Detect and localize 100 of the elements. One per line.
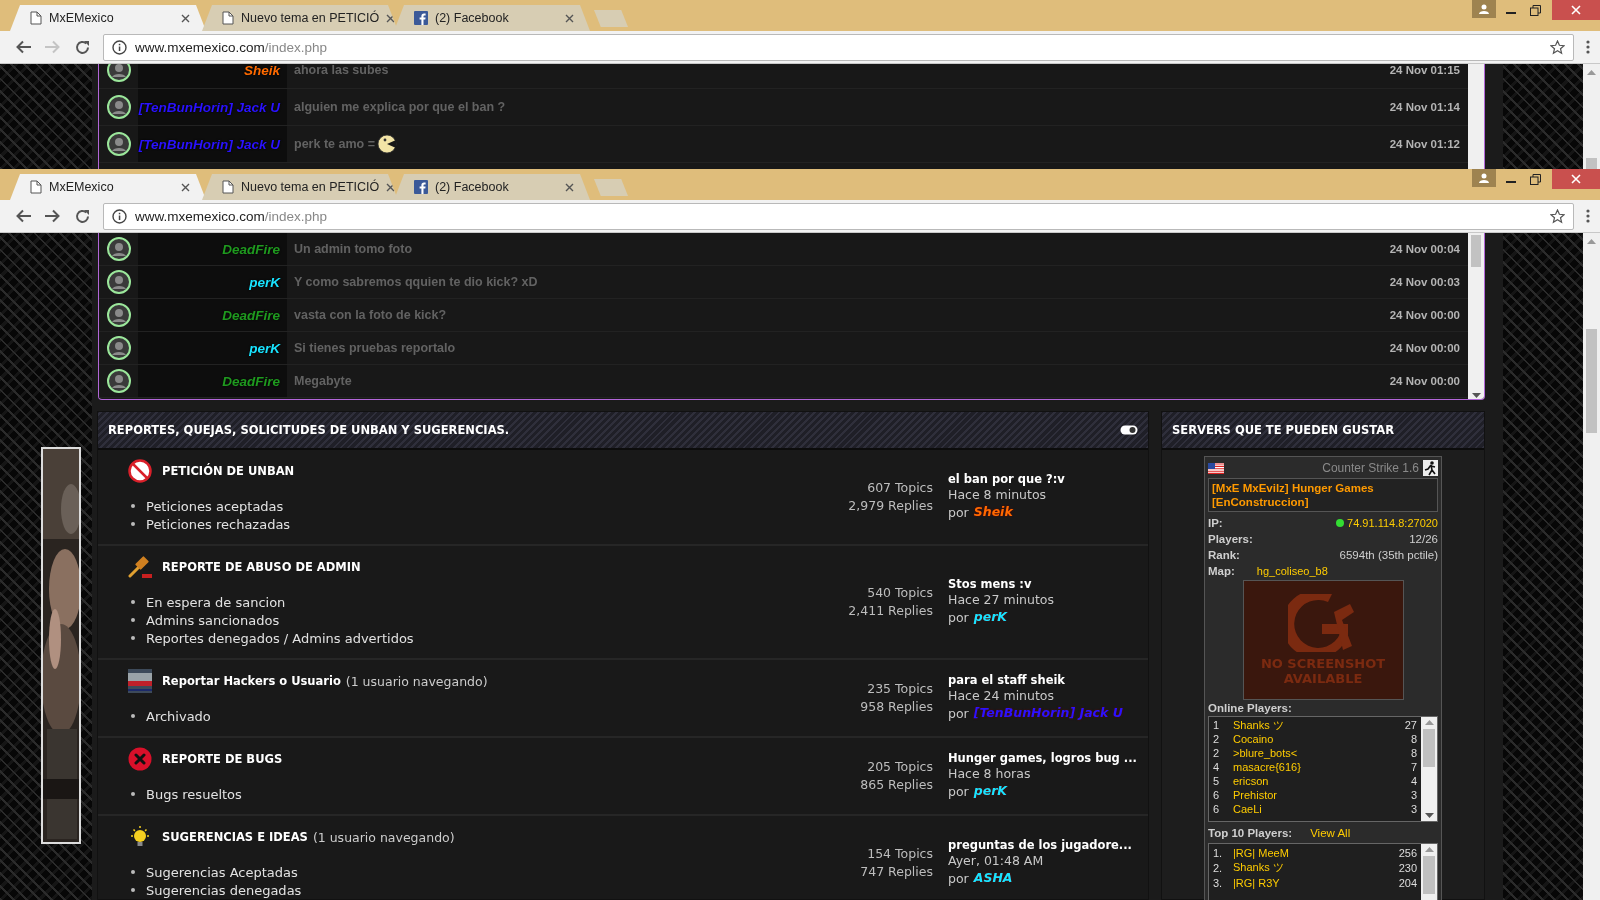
close-button[interactable]: [1552, 169, 1600, 189]
reload-icon[interactable]: [75, 39, 90, 55]
username[interactable]: DeadFire: [222, 241, 280, 257]
view-all-link[interactable]: View All: [1310, 827, 1351, 839]
menu-icon[interactable]: [1586, 40, 1590, 54]
scrollbar[interactable]: [1583, 233, 1600, 900]
subforum-link[interactable]: Sugerencias denegadas: [146, 882, 302, 898]
bookmark-star-icon[interactable]: [1550, 39, 1565, 55]
scroll-down-icon[interactable]: [1424, 813, 1434, 819]
last-post-link[interactable]: para el staff sheik: [948, 673, 1148, 687]
scrollbar[interactable]: [1468, 233, 1484, 399]
username[interactable]: Sheik: [243, 64, 280, 78]
close-icon[interactable]: [181, 182, 190, 192]
stat-value: 6594th (35th pctile): [1339, 549, 1438, 561]
subforum-link[interactable]: Bugs resueltos: [146, 786, 242, 802]
last-post-link[interactable]: Stos mens :v: [948, 577, 1148, 591]
bookmark-star-icon[interactable]: [1550, 208, 1565, 224]
person-icon: [1479, 4, 1489, 14]
timestamp: 24 Nov 00:04: [1389, 243, 1460, 255]
forum-link[interactable]: PETICIÓN DE UNBAN: [162, 464, 295, 478]
username[interactable]: perK: [249, 274, 280, 290]
username[interactable]: DeadFire: [222, 373, 280, 389]
close-button[interactable]: [1552, 0, 1600, 20]
author-link[interactable]: perK: [973, 783, 1007, 801]
timestamp: 24 Nov 00:00: [1389, 375, 1460, 387]
scroll-up-icon[interactable]: [1587, 238, 1596, 244]
subforum-link[interactable]: Peticiones rechazadas: [146, 516, 291, 532]
bullet-icon: [131, 870, 135, 874]
scrollbar-thumb[interactable]: [1586, 158, 1597, 169]
reload-icon[interactable]: [75, 208, 90, 224]
close-icon[interactable]: [565, 13, 574, 23]
section-title: SERVERS QUE TE PUEDEN GUSTAR: [1172, 423, 1394, 437]
restore-icon[interactable]: [1530, 4, 1541, 16]
browser-tab[interactable]: (2) Facebook: [394, 174, 590, 200]
close-icon[interactable]: [565, 182, 574, 192]
forum-link[interactable]: SUGERENCIAS E IDEAS: [162, 830, 308, 844]
player-rank: 1.: [1213, 846, 1224, 859]
last-post-link[interactable]: Hunger games, logros bug ...: [948, 751, 1148, 765]
subforum-link[interactable]: Archivado: [146, 708, 211, 724]
subforum-link[interactable]: En espera de sancion: [146, 594, 286, 610]
profile-button[interactable]: [1472, 0, 1496, 18]
chat-message: Un admin tomo foto: [294, 242, 413, 256]
browser-tab[interactable]: Nuevo tema en PETICIÓ: [202, 174, 398, 200]
player-rank: 6: [1213, 789, 1221, 801]
scroll-up-icon[interactable]: [1424, 719, 1434, 725]
placeholder-text: NO SCREENSHOT AVAILABLE: [1259, 656, 1387, 686]
back-icon[interactable]: [15, 40, 31, 54]
close-icon[interactable]: [386, 182, 396, 192]
address-field[interactable]: www.mxemexico.com/index.php: [103, 33, 1574, 61]
scrollbar[interactable]: [1421, 717, 1437, 821]
profile-button[interactable]: [1472, 169, 1496, 187]
scroll-down-icon[interactable]: [1471, 393, 1481, 399]
browser-tab[interactable]: Nuevo tema en PETICIÓ: [202, 5, 398, 31]
scroll-up-icon[interactable]: [1424, 846, 1434, 852]
subforum-link[interactable]: Peticiones aceptadas: [146, 498, 284, 514]
avatar-icon: [106, 237, 131, 261]
browser-tab[interactable]: MxEMexico: [10, 174, 206, 200]
browser-tab[interactable]: (2) Facebook: [394, 5, 590, 31]
post-time: Hace 27 minutos: [948, 591, 1056, 609]
author-link[interactable]: Sheik: [973, 504, 1013, 522]
toggle-icon[interactable]: [1120, 425, 1138, 435]
player-name: masacre{616}: [1233, 761, 1302, 773]
bullet-icon: [131, 522, 135, 526]
author-link[interactable]: perK: [973, 609, 1007, 627]
scrollbar-thumb[interactable]: [1586, 329, 1597, 433]
scrollbar[interactable]: [1583, 64, 1600, 169]
subforum-link[interactable]: Sugerencias Aceptadas: [146, 864, 298, 880]
subforum-link[interactable]: Admins sancionados: [146, 612, 280, 628]
page-icon: [30, 180, 42, 194]
restore-icon[interactable]: [1530, 173, 1541, 185]
menu-icon[interactable]: [1586, 209, 1590, 223]
forum-link[interactable]: REPORTE DE ABUSO DE ADMIN: [162, 560, 361, 574]
address-field[interactable]: www.mxemexico.com/index.php: [103, 202, 1574, 230]
subforum-link[interactable]: Reportes denegados / Admins advertidos: [146, 630, 414, 646]
back-icon[interactable]: [15, 209, 31, 223]
scrollbar-thumb[interactable]: [1423, 729, 1435, 767]
close-icon[interactable]: [386, 13, 396, 23]
viewer-count: (1 usuario navegando): [312, 829, 455, 845]
author-link[interactable]: ASHA: [973, 870, 1013, 888]
flag-icon: [1208, 462, 1224, 474]
last-post-link[interactable]: preguntas de los jugadore...: [948, 838, 1148, 852]
scrollbar-thumb[interactable]: [1423, 856, 1435, 894]
scroll-up-icon[interactable]: [1587, 69, 1596, 75]
player-score: 230: [1398, 861, 1417, 874]
server-name[interactable]: [MxE MxEvilz] Hunger Games [EnConstruccion]: [1208, 478, 1438, 512]
username[interactable]: DeadFire: [222, 307, 280, 323]
forum-link[interactable]: REPORTE DE BUGS: [162, 752, 283, 766]
scrollbar[interactable]: [1468, 64, 1484, 169]
username[interactable]: perK: [249, 340, 280, 356]
bullet-icon: [131, 600, 135, 604]
browser-tab[interactable]: MxEMexico: [10, 5, 206, 31]
last-post-link[interactable]: el ban por que ?:v: [948, 472, 1148, 486]
player-score: 4: [1410, 775, 1417, 787]
timestamp: 24 Nov 00:00: [1389, 342, 1460, 354]
timestamp: 24 Nov 01:14: [1389, 101, 1460, 113]
forum-link[interactable]: Reportar Hackers o Usuario: [162, 674, 341, 688]
close-icon[interactable]: [181, 13, 190, 23]
scrollbar-thumb[interactable]: [1471, 235, 1481, 267]
forward-icon[interactable]: [45, 209, 61, 223]
chat-message: alguien me explica por que el ban ?: [294, 100, 506, 114]
